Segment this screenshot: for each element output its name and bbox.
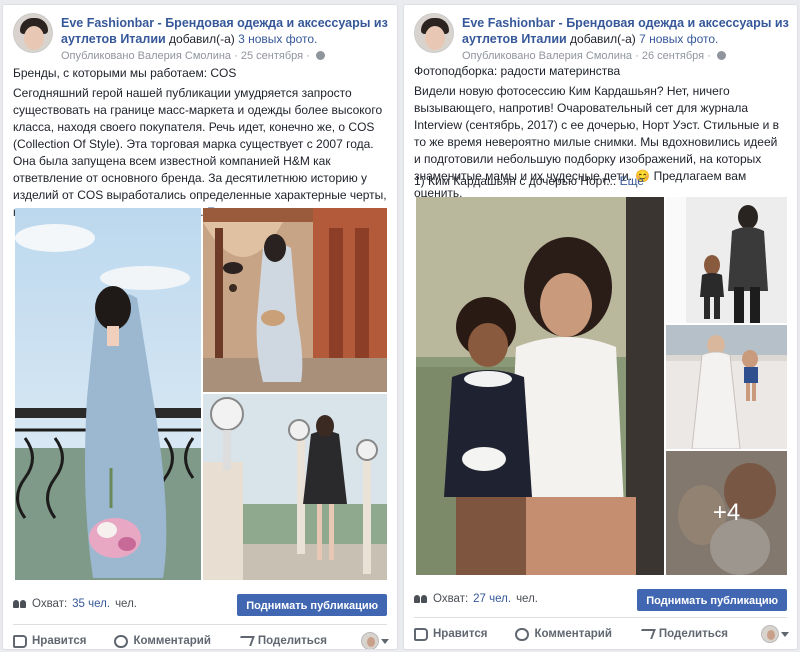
share-icon xyxy=(237,636,255,646)
post-cos-brand: Eve Fashionbar - Брендовая одежда и аксе… xyxy=(2,4,398,650)
share-button[interactable]: Поделиться xyxy=(237,635,327,647)
reach-info: Охват: 27 чел. чел. xyxy=(414,593,538,605)
like-button[interactable]: Нравится xyxy=(414,627,487,641)
post-header: Eve Fashionbar - Брендовая одежда и аксе… xyxy=(414,13,789,63)
post-actions: Нравится Комментарий Поделиться xyxy=(414,621,787,647)
photo-kim-and-north[interactable] xyxy=(416,197,664,575)
boost-post-button[interactable]: Поднимать публикацию xyxy=(237,594,387,616)
photos-link[interactable]: 7 новых фото. xyxy=(639,32,718,46)
people-icon xyxy=(414,594,428,604)
share-button[interactable]: Поделиться xyxy=(638,628,728,640)
reach-value[interactable]: 35 чел. xyxy=(72,598,110,610)
comment-button[interactable]: Комментарий xyxy=(114,634,211,648)
post-body: Сегодняшний герой нашей публикации умудр… xyxy=(13,85,387,221)
like-button[interactable]: Нравится xyxy=(13,634,86,648)
thumbs-up-icon xyxy=(414,627,428,641)
photo-mother-child-2[interactable] xyxy=(666,325,787,449)
post-caption: Бренды, с которыми мы работаем: COS xyxy=(13,66,237,80)
post-meta: Опубликовано Валерия Смолина · 26 сентяб… xyxy=(462,49,789,63)
added-text: добавил(-а) 7 новых фото. xyxy=(570,32,719,46)
photo-mother-child-1[interactable] xyxy=(666,197,787,323)
post-motherhood: Eve Fashionbar - Брендовая одежда и аксе… xyxy=(403,4,798,650)
post-meta: Опубликовано Валерия Смолина · 25 сентяб… xyxy=(61,49,389,63)
commenter-avatar[interactable] xyxy=(361,632,379,649)
boost-post-button[interactable]: Поднимать публикацию xyxy=(637,589,787,611)
comment-button[interactable]: Комментарий xyxy=(515,627,612,641)
chevron-down-icon[interactable] xyxy=(781,632,789,637)
actions-divider xyxy=(13,624,387,625)
photo-woman-colonnade[interactable] xyxy=(203,208,387,392)
post-item: 1) Ким Кардашьян с дочерью Норт... Еще xyxy=(414,174,644,188)
share-icon xyxy=(638,629,656,639)
post-actions: Нравится Комментарий Поделиться xyxy=(13,628,387,649)
see-more-link[interactable]: Еще xyxy=(620,174,644,188)
comment-icon xyxy=(515,627,530,641)
photos-link[interactable]: 3 новых фото. xyxy=(238,32,317,46)
reach-info: Охват: 35 чел. чел. xyxy=(13,598,137,610)
comment-icon xyxy=(114,634,129,648)
chevron-down-icon[interactable] xyxy=(381,639,389,644)
post-date[interactable]: 25 сентября xyxy=(241,50,303,62)
post-caption: Фотоподборка: радости материнства xyxy=(414,64,621,78)
page-avatar[interactable] xyxy=(414,13,454,53)
people-icon xyxy=(13,599,27,609)
more-photos-overlay[interactable]: +4 xyxy=(666,451,787,575)
actions-divider xyxy=(414,617,787,618)
page-avatar[interactable] xyxy=(13,13,53,53)
commenter-avatar[interactable] xyxy=(761,625,779,643)
photo-woman-black-dress[interactable] xyxy=(203,394,387,580)
post-date[interactable]: 26 сентября xyxy=(642,50,704,62)
photo-mother-child-more[interactable]: +4 xyxy=(666,451,787,575)
thumbs-up-icon xyxy=(13,634,27,648)
globe-icon xyxy=(716,51,726,60)
published-by: Опубликовано Валерия Смолина xyxy=(462,50,633,62)
globe-icon xyxy=(315,51,325,60)
post-header: Eve Fashionbar - Брендовая одежда и аксе… xyxy=(13,13,389,63)
photo-woman-blue-dress[interactable] xyxy=(15,208,201,580)
added-text: добавил(-а) 3 новых фото. xyxy=(169,32,318,46)
published-by: Опубликовано Валерия Смолина xyxy=(61,50,232,62)
reach-value[interactable]: 27 чел. xyxy=(473,593,511,605)
